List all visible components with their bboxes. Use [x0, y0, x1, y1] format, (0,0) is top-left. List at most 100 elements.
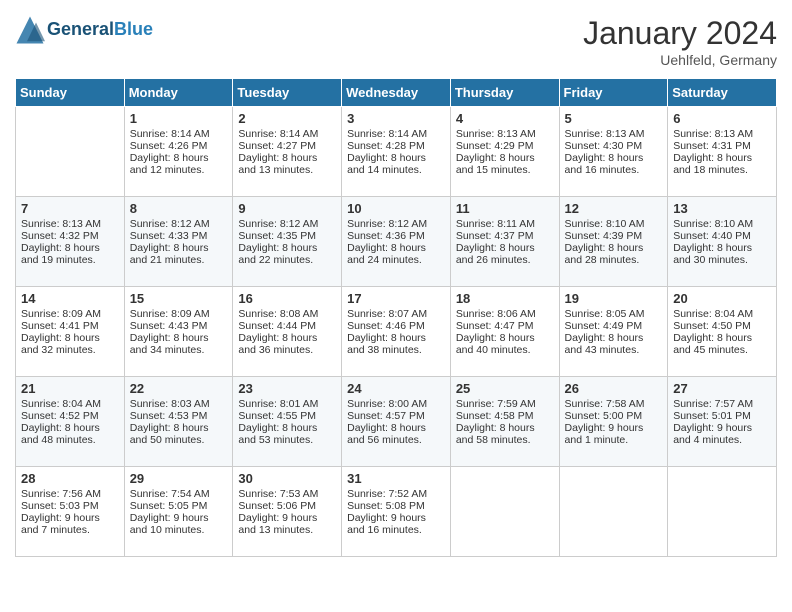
page-header: GeneralBlue January 2024 Uehlfeld, Germa… [15, 15, 777, 68]
sunrise-text: Sunrise: 8:11 AM [456, 218, 535, 230]
calendar-day-cell [16, 107, 125, 197]
sunrise-text: Sunrise: 8:12 AM [238, 218, 318, 230]
sunset-text: Sunset: 4:32 PM [21, 230, 99, 242]
logo-text: GeneralBlue [47, 20, 153, 40]
day-number: 11 [456, 201, 554, 216]
sunset-text: Sunset: 4:28 PM [347, 140, 425, 152]
sunset-text: Sunset: 4:37 PM [456, 230, 534, 242]
sunset-text: Sunset: 5:00 PM [565, 410, 643, 422]
day-of-week-header: Tuesday [233, 79, 342, 107]
daylight-text: Daylight: 8 hours and 50 minutes. [130, 422, 209, 446]
title-block: January 2024 Uehlfeld, Germany [583, 15, 777, 68]
sunrise-text: Sunrise: 8:14 AM [347, 128, 427, 140]
sunset-text: Sunset: 4:41 PM [21, 320, 99, 332]
calendar-day-cell: 28Sunrise: 7:56 AMSunset: 5:03 PMDayligh… [16, 467, 125, 557]
sunrise-text: Sunrise: 8:00 AM [347, 398, 427, 410]
sunset-text: Sunset: 4:47 PM [456, 320, 534, 332]
calendar-day-cell: 30Sunrise: 7:53 AMSunset: 5:06 PMDayligh… [233, 467, 342, 557]
daylight-text: Daylight: 9 hours and 7 minutes. [21, 512, 100, 536]
calendar-day-cell: 14Sunrise: 8:09 AMSunset: 4:41 PMDayligh… [16, 287, 125, 377]
calendar-day-cell: 7Sunrise: 8:13 AMSunset: 4:32 PMDaylight… [16, 197, 125, 287]
day-number: 9 [238, 201, 336, 216]
day-of-week-header: Saturday [668, 79, 777, 107]
day-of-week-header: Sunday [16, 79, 125, 107]
daylight-text: Daylight: 8 hours and 58 minutes. [456, 422, 535, 446]
sunset-text: Sunset: 4:36 PM [347, 230, 425, 242]
sunset-text: Sunset: 4:53 PM [130, 410, 208, 422]
daylight-text: Daylight: 8 hours and 12 minutes. [130, 152, 209, 176]
day-number: 28 [21, 471, 119, 486]
sunrise-text: Sunrise: 8:04 AM [21, 398, 101, 410]
calendar-day-cell: 25Sunrise: 7:59 AMSunset: 4:58 PMDayligh… [450, 377, 559, 467]
daylight-text: Daylight: 8 hours and 30 minutes. [673, 242, 752, 266]
calendar-day-cell: 31Sunrise: 7:52 AMSunset: 5:08 PMDayligh… [342, 467, 451, 557]
calendar-day-cell: 21 Sunrise: 8:04 AMSunset: 4:52 PMDayligh… [16, 377, 125, 467]
calendar-table: SundayMondayTuesdayWednesdayThursdayFrid… [15, 78, 777, 557]
sunset-text: Sunset: 5:01 PM [673, 410, 751, 422]
day-number: 31 [347, 471, 445, 486]
location-subtitle: Uehlfeld, Germany [583, 52, 777, 68]
sunrise-text: Sunrise: 8:09 AM [21, 308, 101, 320]
month-year-title: January 2024 [583, 15, 777, 52]
daylight-text: Daylight: 8 hours and 34 minutes. [130, 332, 209, 356]
calendar-day-cell: 1Sunrise: 8:14 AMSunset: 4:26 PMDaylight… [124, 107, 233, 197]
sunset-text: Sunset: 4:31 PM [673, 140, 751, 152]
daylight-text: Daylight: 8 hours and 18 minutes. [673, 152, 752, 176]
sunrise-text: Sunrise: 8:05 AM [565, 308, 645, 320]
calendar-week-row: 7Sunrise: 8:13 AMSunset: 4:32 PMDaylight… [16, 197, 777, 287]
calendar-day-cell: 13Sunrise: 8:10 AMSunset: 4:40 PMDayligh… [668, 197, 777, 287]
sunrise-text: Sunrise: 8:10 AM [673, 218, 753, 230]
sunset-text: Sunset: 4:26 PM [130, 140, 208, 152]
day-number: 15 [130, 291, 228, 306]
daylight-text: Daylight: 8 hours and 28 minutes. [565, 242, 644, 266]
day-number: 23 [238, 381, 336, 396]
daylight-text: Daylight: 8 hours and 45 minutes. [673, 332, 752, 356]
sunset-text: Sunset: 4:40 PM [673, 230, 751, 242]
sunset-text: Sunset: 4:27 PM [238, 140, 316, 152]
daylight-text: Daylight: 8 hours and 13 minutes. [238, 152, 317, 176]
calendar-week-row: 14Sunrise: 8:09 AMSunset: 4:41 PMDayligh… [16, 287, 777, 377]
daylight-text: Daylight: 9 hours and 1 minute. [565, 422, 644, 446]
sunrise-text: Sunrise: 8:03 AM [130, 398, 210, 410]
daylight-text: Daylight: 8 hours and 36 minutes. [238, 332, 317, 356]
day-number: 10 [347, 201, 445, 216]
day-number: 3 [347, 111, 445, 126]
sunset-text: Sunset: 4:29 PM [456, 140, 534, 152]
daylight-text: Daylight: 8 hours and 56 minutes. [347, 422, 426, 446]
sunrise-text: Sunrise: 7:56 AM [21, 488, 101, 500]
calendar-day-cell [559, 467, 668, 557]
calendar-day-cell: 5Sunrise: 8:13 AMSunset: 4:30 PMDaylight… [559, 107, 668, 197]
day-number: 5 [565, 111, 663, 126]
day-number: 4 [456, 111, 554, 126]
daylight-text: Daylight: 8 hours and 15 minutes. [456, 152, 535, 176]
calendar-day-cell: 22Sunrise: 8:03 AMSunset: 4:53 PMDayligh… [124, 377, 233, 467]
daylight-text: Daylight: 8 hours and 22 minutes. [238, 242, 317, 266]
calendar-day-cell: 19Sunrise: 8:05 AMSunset: 4:49 PMDayligh… [559, 287, 668, 377]
sunrise-text: Sunrise: 8:14 AM [238, 128, 318, 140]
daylight-text: Daylight: 8 hours and 48 minutes. [21, 422, 100, 446]
logo-icon [15, 15, 45, 45]
day-number: 21 [21, 381, 119, 396]
calendar-day-cell [668, 467, 777, 557]
sunset-text: Sunset: 5:05 PM [130, 500, 208, 512]
sunrise-text: Sunrise: 8:14 AM [130, 128, 210, 140]
day-number: 17 [347, 291, 445, 306]
sunset-text: Sunset: 5:08 PM [347, 500, 425, 512]
sunset-text: Sunset: 4:30 PM [565, 140, 643, 152]
daylight-text: Daylight: 9 hours and 13 minutes. [238, 512, 317, 536]
daylight-text: Daylight: 8 hours and 40 minutes. [456, 332, 535, 356]
calendar-day-cell: 8Sunrise: 8:12 AMSunset: 4:33 PMDaylight… [124, 197, 233, 287]
day-number: 20 [673, 291, 771, 306]
daylight-text: Daylight: 8 hours and 14 minutes. [347, 152, 426, 176]
sunset-text: Sunset: 4:52 PM [21, 410, 99, 422]
sunset-text: Sunset: 5:06 PM [238, 500, 316, 512]
sunset-text: Sunset: 4:46 PM [347, 320, 425, 332]
sunset-text: Sunset: 4:44 PM [238, 320, 316, 332]
daylight-text: Daylight: 8 hours and 21 minutes. [130, 242, 209, 266]
day-number: 18 [456, 291, 554, 306]
calendar-day-cell: 10Sunrise: 8:12 AMSunset: 4:36 PMDayligh… [342, 197, 451, 287]
sunrise-text: Sunrise: 8:04 AM [673, 308, 753, 320]
calendar-day-cell: 3 Sunrise: 8:14 AMSunset: 4:28 PMDaylight… [342, 107, 451, 197]
day-number: 27 [673, 381, 771, 396]
day-of-week-header: Monday [124, 79, 233, 107]
